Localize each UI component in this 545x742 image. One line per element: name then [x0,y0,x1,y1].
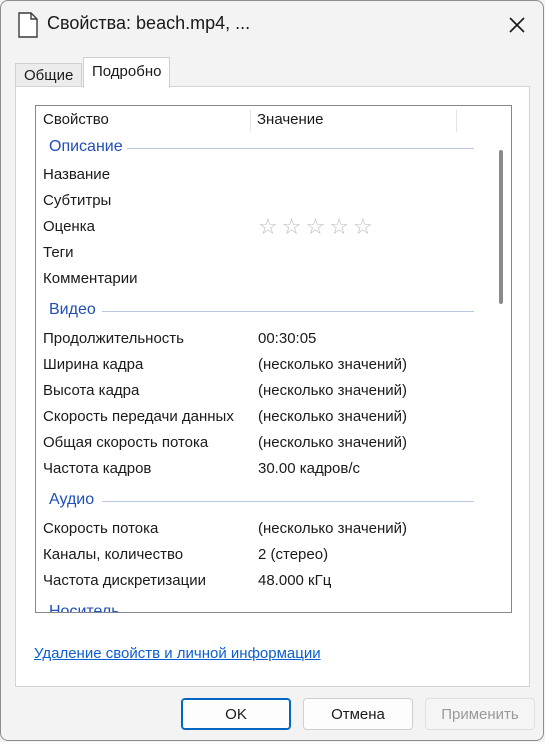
property-value: (несколько значений) [258,520,408,537]
group-heading: Описание [49,134,127,160]
column-header-property[interactable]: Свойство [43,106,109,134]
group-video: Видео [36,297,496,323]
title-bar: Свойства: beach.mp4, ... [1,1,543,49]
property-name: Продолжительность [43,330,184,347]
property-name: Скорость потока [43,520,159,537]
column-divider[interactable] [456,110,457,132]
star-icon[interactable]: ☆ [282,214,306,239]
property-row-tags[interactable]: Теги [36,240,496,266]
property-name: Каналы, количество [43,546,184,563]
property-row-title[interactable]: Название [36,162,496,188]
rating-stars[interactable]: ☆☆☆☆☆ [258,216,377,238]
property-row-audio-bitrate[interactable]: Скорость потока (несколько значений) [36,516,496,542]
star-icon[interactable]: ☆ [258,214,282,239]
property-name: Частота дискретизации [43,572,206,589]
tab-general[interactable]: Общие [15,63,83,87]
property-row-sample-rate[interactable]: Частота дискретизации 48.000 кГц [36,568,496,594]
window-title: Свойства: beach.mp4, ... [47,13,251,33]
group-media: Носитель [36,599,496,612]
property-value: (несколько значений) [258,434,408,451]
star-icon[interactable]: ☆ [329,214,353,239]
column-header-value[interactable]: Значение [257,106,324,134]
tab-details[interactable]: Подробно [83,57,171,88]
property-row-channels[interactable]: Каналы, количество 2 (стерео) [36,542,496,568]
property-row-subtitles[interactable]: Субтитры [36,188,496,214]
property-value: 48.000 кГц [258,572,332,589]
property-row-frame-rate[interactable]: Частота кадров 30.00 кадров/с [36,456,496,482]
property-value: (несколько значений) [258,408,408,425]
property-name: Оценка [43,218,95,235]
property-name: Комментарии [43,270,138,287]
group-audio: Аудио [36,487,496,513]
group-divider-line [126,148,474,149]
scrollbar-thumb[interactable] [499,150,503,304]
property-row-data-rate[interactable]: Скорость передачи данных (несколько знач… [36,404,496,430]
apply-button[interactable]: Применить [425,698,535,730]
cancel-button[interactable]: Отмена [303,698,413,730]
property-row-frame-height[interactable]: Высота кадра (несколько значений) [36,378,496,404]
group-heading: Видео [49,297,100,323]
ok-button[interactable]: OK [181,698,291,730]
file-icon [18,12,38,38]
properties-dialog: Свойства: beach.mp4, ... Общие Подробно … [0,0,544,741]
property-list[interactable]: Свойство Значение Описание Название Субт… [35,105,512,613]
property-row-duration[interactable]: Продолжительность 00:30:05 [36,326,496,352]
group-heading: Носитель [49,599,124,612]
group-description: Описание [36,134,496,160]
remove-properties-link[interactable]: Удаление свойств и личной информации [34,645,321,662]
property-row-total-bitrate[interactable]: Общая скорость потока (несколько значени… [36,430,496,456]
property-name: Общая скорость потока [43,434,209,451]
details-panel: Свойство Значение Описание Название Субт… [15,86,530,687]
property-name: Высота кадра [43,382,140,399]
group-divider-line [102,311,474,312]
property-row-rating[interactable]: Оценка ☆☆☆☆☆ [36,214,496,240]
property-value: (несколько значений) [258,382,408,399]
star-icon[interactable]: ☆ [353,214,377,239]
group-divider-line [102,501,474,502]
property-value: 2 (стерео) [258,546,329,563]
star-icon[interactable]: ☆ [305,214,329,239]
property-value: 30.00 кадров/с [258,460,361,477]
property-name: Скорость передачи данных [43,408,234,425]
property-row-frame-width[interactable]: Ширина кадра (несколько значений) [36,352,496,378]
property-name: Субтитры [43,192,112,209]
property-row-comments[interactable]: Комментарии [36,266,496,292]
close-icon[interactable] [505,13,529,37]
property-name: Частота кадров [43,460,152,477]
column-divider[interactable] [250,110,251,132]
property-name: Теги [43,244,74,261]
group-heading: Аудио [49,487,99,513]
property-name: Ширина кадра [43,356,144,373]
property-name: Название [43,166,111,183]
vertical-scrollbar[interactable] [495,106,511,612]
property-value: (несколько значений) [258,356,408,373]
property-value: 00:30:05 [258,330,317,347]
